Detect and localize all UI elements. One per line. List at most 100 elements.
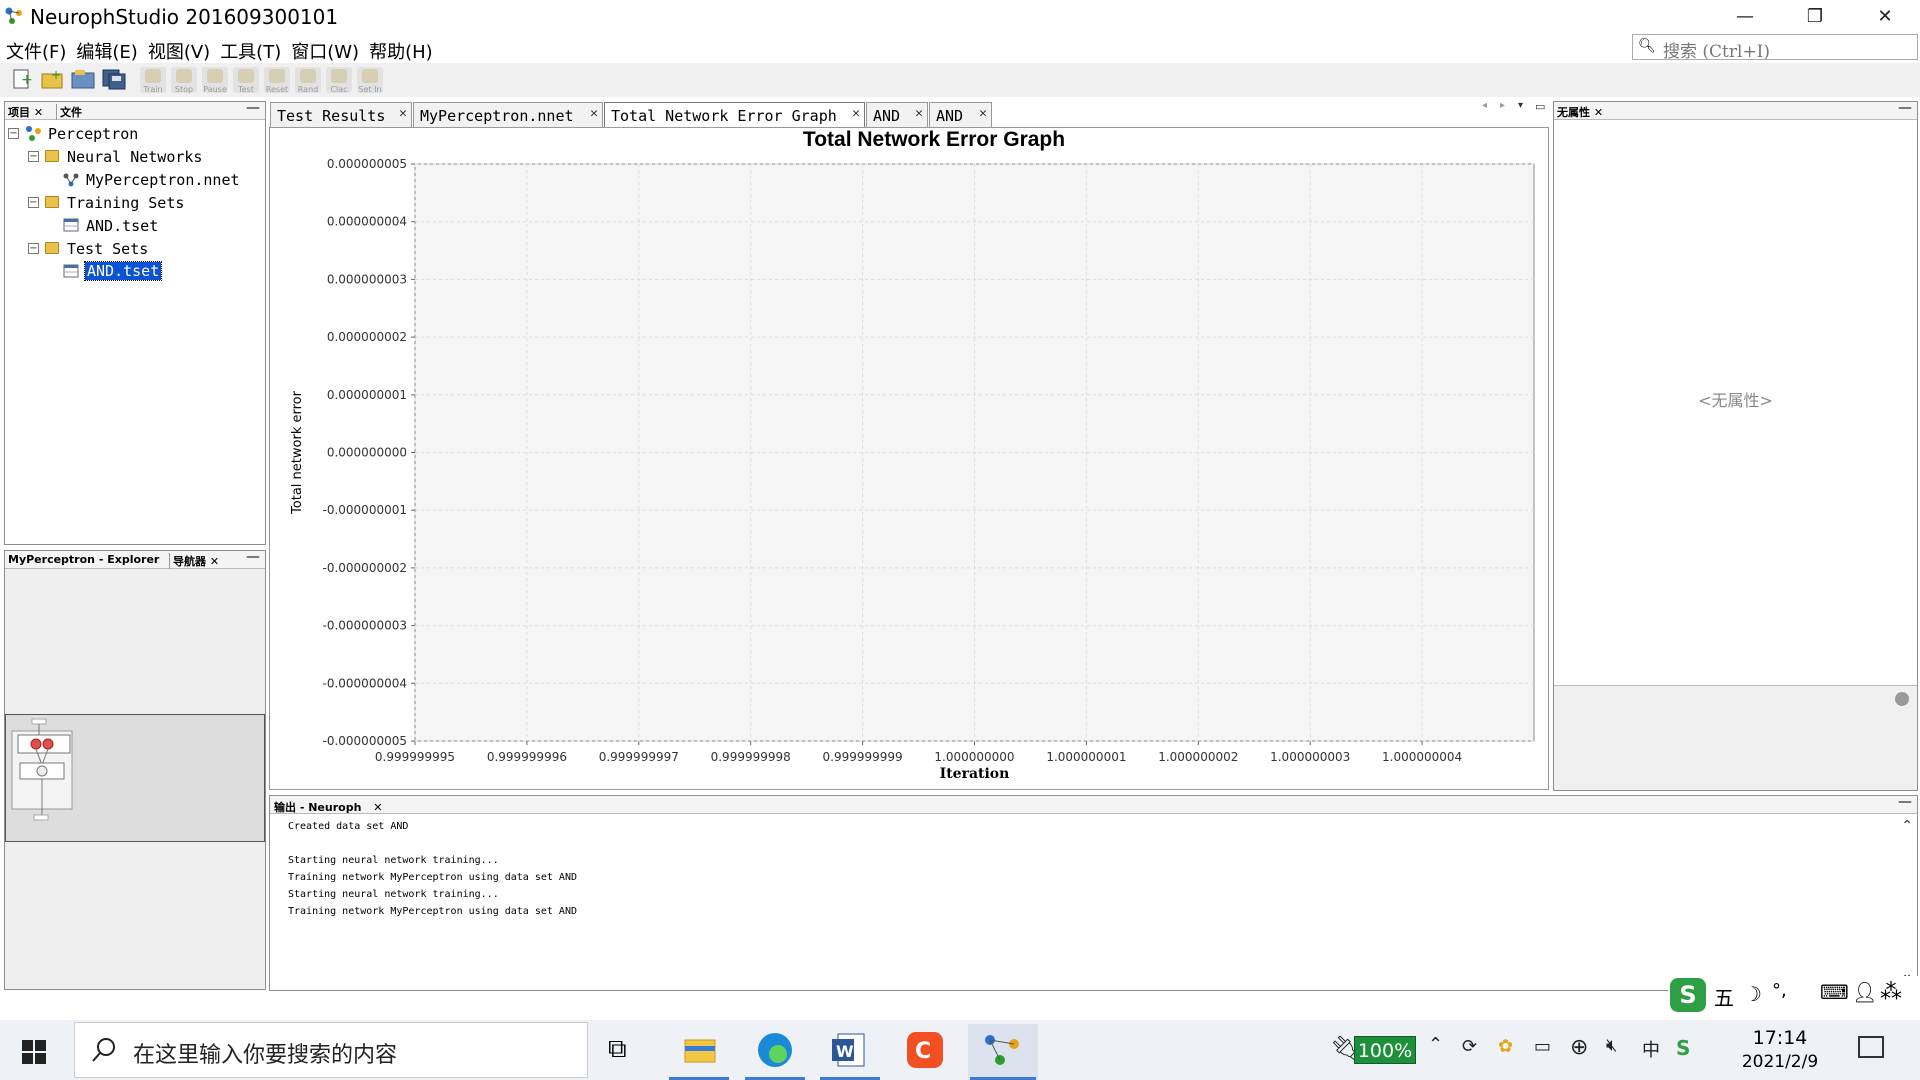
skin-grid-icon[interactable]: ⁂	[1880, 980, 1902, 1005]
minimize-panel-button[interactable]: —	[1898, 794, 1912, 810]
toolbar-button-icon	[176, 69, 192, 83]
minimize-panel-button[interactable]: —	[246, 100, 260, 116]
clock-time[interactable]: 17:14	[1740, 1027, 1820, 1049]
scroll-tabs-left-icon[interactable]: ◂	[1482, 100, 1487, 111]
close-tab-icon[interactable]: ✕	[979, 106, 987, 121]
tab-projects[interactable]: 项目 ✕	[8, 104, 43, 120]
tree-item-neural-networks[interactable]: Neural Networks	[67, 148, 202, 166]
toolbar-rand-button[interactable]: Rand	[295, 67, 321, 94]
navigator-viewport[interactable]	[5, 714, 265, 842]
user-icon[interactable]: 👤︎	[1852, 980, 1877, 1004]
tab-myperceptron-nnet[interactable]: MyPerceptron.nnet ✕	[413, 102, 603, 128]
y-tick-label: -0.000000003	[323, 619, 408, 633]
output-text: Created data set AND Starting neural netw…	[288, 821, 577, 923]
tab-explorer[interactable]: MyPerceptron - Explorer	[8, 553, 159, 566]
new-file-icon[interactable]: +	[40, 67, 64, 91]
minimize-button[interactable]: —	[1710, 0, 1780, 33]
tab-output[interactable]: 输出 - Neuroph ✕	[274, 799, 382, 815]
minimize-panel-button[interactable]: —	[1898, 100, 1912, 116]
search-box[interactable]: 🔍︎ 搜索 (Ctrl+I)	[1632, 34, 1918, 62]
toolbar-test-button[interactable]: Test	[233, 67, 259, 94]
windows-start-icon[interactable]	[22, 1040, 46, 1064]
toolbar-clac-button[interactable]: Clac	[326, 67, 352, 94]
x-tick-label: 0.999999995	[375, 750, 455, 764]
notification-center-icon[interactable]	[1858, 1036, 1884, 1058]
minimize-panel-button[interactable]: —	[246, 549, 260, 565]
ime-mode-label[interactable]: 五	[1714, 982, 1734, 1011]
tree-item-test-and-tset-selected[interactable]: AND.tset	[83, 261, 163, 281]
x-tick-label: 0.999999998	[711, 750, 791, 764]
save-all-icon[interactable]	[101, 67, 127, 91]
x-tick-label: 0.999999996	[487, 750, 567, 764]
scroll-up-icon[interactable]: ⌃	[1901, 818, 1913, 834]
y-tick-label: -0.000000001	[323, 503, 408, 517]
taskbar-edge[interactable]	[743, 1024, 807, 1080]
tab-files[interactable]: 文件	[56, 104, 82, 120]
svg-text:W: W	[836, 1042, 854, 1061]
toolbar-train-button[interactable]: Train	[140, 67, 166, 94]
tree-item-perceptron[interactable]: Perceptron	[48, 125, 138, 143]
tree-toggle[interactable]: −	[28, 243, 39, 254]
toolbar-stop-button[interactable]: Stop	[171, 67, 197, 94]
volume-muted-icon[interactable]: 🔇︎	[1606, 1035, 1617, 1056]
keyboard-icon[interactable]: ⌨	[1820, 980, 1849, 1004]
taskbar-app-orange[interactable]: C	[893, 1024, 957, 1080]
tab-and-1[interactable]: AND ✕	[866, 102, 928, 128]
sogou-tray-icon[interactable]: S	[1676, 1036, 1690, 1060]
show-hidden-icons-chevron[interactable]: ⌃	[1428, 1034, 1443, 1055]
taskbar-word[interactable]: W	[818, 1024, 882, 1080]
clock-date[interactable]: 2021/2/9	[1730, 1052, 1830, 1072]
toolbar-button-icon	[238, 69, 254, 83]
restore-button[interactable]: ❐	[1780, 0, 1850, 33]
project-panel-header: 项目 ✕ 文件 —	[5, 100, 265, 120]
battery-icon[interactable]: ▭	[1534, 1036, 1551, 1057]
taskbar-file-explorer[interactable]	[667, 1024, 731, 1080]
toolbar-button-icon	[300, 69, 316, 83]
maximize-editor-icon[interactable]: ▭	[1535, 100, 1545, 113]
close-tab-icon[interactable]: ✕	[852, 106, 860, 121]
tab-list-dropdown-icon[interactable]: ▾	[1518, 100, 1523, 111]
punctuation-icon[interactable]: °,	[1772, 980, 1787, 1001]
tray-sync-icon[interactable]: ⟳	[1462, 1036, 1477, 1057]
tab-and-2[interactable]: AND ✕	[929, 102, 992, 128]
close-tab-icon[interactable]: ✕	[590, 106, 598, 121]
tab-properties[interactable]: 无属性 ✕	[1557, 104, 1603, 120]
tray-colorful-icon[interactable]: ✿	[1498, 1036, 1513, 1057]
tab-test-results[interactable]: Test Results ✕	[270, 102, 412, 128]
tree-item-myperceptron-nnet[interactable]: MyPerceptron.nnet	[86, 171, 240, 189]
taskbar-neurophstudio[interactable]	[968, 1024, 1038, 1080]
close-tab-icon[interactable]: ✕	[399, 106, 407, 121]
toolbar-reset-button[interactable]: Reset	[264, 67, 290, 94]
tree-item-test-sets[interactable]: Test Sets	[67, 240, 148, 258]
tree-item-training-sets[interactable]: Training Sets	[67, 194, 184, 212]
help-indicator-icon[interactable]	[1895, 692, 1909, 706]
taskbar-search-box[interactable]: 在这里输入你要搜索的内容	[74, 1022, 588, 1078]
toolbar-set-in-button[interactable]: Set In	[357, 67, 383, 94]
tree-toggle[interactable]: −	[28, 151, 39, 162]
edge-browser-icon	[745, 1033, 805, 1080]
chart-svg: 0.999999995 0.999999996 0.999999997 0.99999…	[290, 157, 1535, 782]
half-width-icon[interactable]: ☽	[1744, 982, 1762, 1006]
close-tab-icon[interactable]: ✕	[915, 106, 923, 121]
input-language-label[interactable]: 中	[1642, 1036, 1660, 1062]
toolbar: + + Train Stop Pause Test Reset Rand Clac Set I…	[0, 63, 1920, 97]
toolbar-button-icon	[145, 69, 161, 83]
scroll-tabs-right-icon[interactable]: ▸	[1500, 100, 1505, 111]
new-project-icon[interactable]: +	[10, 67, 34, 91]
tree-toggle[interactable]: −	[28, 197, 39, 208]
project-panel: 项目 ✕ 文件 — − Perceptron − Neural Networks…	[4, 100, 266, 545]
tab-navigator[interactable]: 导航器 ✕	[169, 553, 219, 569]
open-project-icon[interactable]	[70, 67, 96, 91]
navigator-panel: MyPerceptron - Explorer 导航器 ✕ —	[4, 549, 266, 990]
tree-toggle[interactable]: −	[8, 128, 19, 139]
sogou-ime-icon[interactable]: S	[1670, 978, 1706, 1012]
tree-item-training-and-tset[interactable]: AND.tset	[86, 217, 158, 235]
battery-percent-badge[interactable]: 100%	[1354, 1036, 1416, 1064]
task-view-icon[interactable]: ⧉	[608, 1034, 627, 1065]
close-button[interactable]: ✕	[1850, 0, 1920, 33]
svg-text:+: +	[51, 68, 61, 82]
toolbar-pause-button[interactable]: Pause	[202, 67, 228, 94]
network-globe-icon[interactable]: ⊕	[1570, 1035, 1588, 1060]
tab-total-network-error-graph[interactable]: Total Network Error Graph ✕	[604, 102, 865, 128]
